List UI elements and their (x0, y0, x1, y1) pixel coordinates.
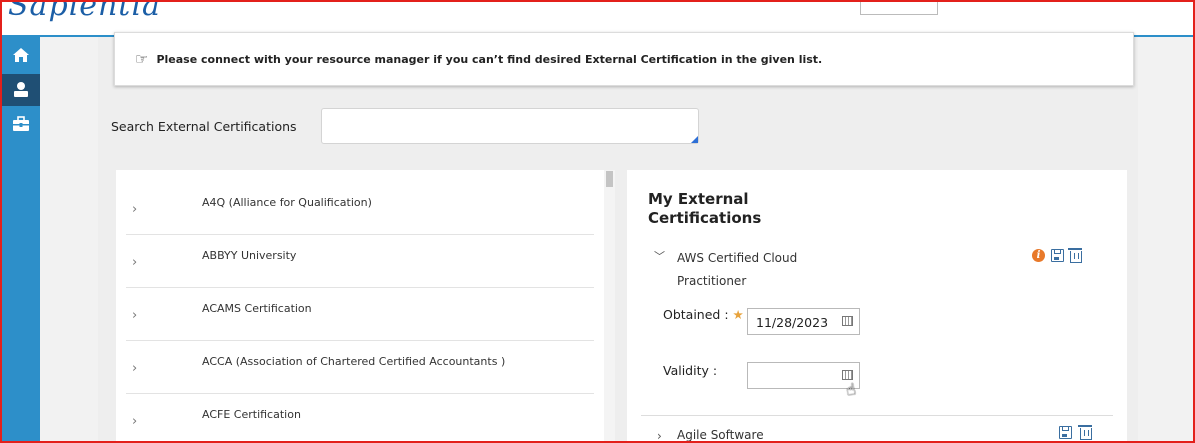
save-icon[interactable] (1051, 249, 1064, 262)
list-scrollbar[interactable] (604, 170, 615, 441)
save-icon[interactable] (1059, 426, 1072, 439)
resize-handle-icon (691, 136, 698, 143)
panel-title: My External Certifications (648, 190, 762, 227)
certification-name: A4Q (Alliance for Qualification) (202, 196, 372, 209)
my-certifications-panel: My External Certifications ﹀ AWS Certifi… (627, 170, 1127, 441)
scrollbar-thumb[interactable] (606, 171, 613, 187)
certification-name[interactable]: AWS Certified Cloud Practitioner (677, 247, 827, 293)
user-icon (14, 82, 28, 97)
app-logo[interactable]: Sapientia (8, 0, 161, 23)
list-item[interactable]: › ACFE Certification (126, 394, 594, 441)
required-star-icon: ★ (732, 307, 744, 322)
obtained-label: Obtained : ★ (663, 307, 744, 322)
chevron-right-icon: › (132, 361, 138, 376)
validity-label: Validity : (663, 363, 718, 378)
chevron-right-icon: › (132, 414, 138, 429)
delete-icon[interactable] (1068, 248, 1082, 263)
calendar-icon[interactable] (842, 370, 853, 380)
delete-icon[interactable] (1078, 425, 1092, 440)
sidebar (2, 37, 40, 441)
info-icon[interactable]: i (1032, 249, 1045, 262)
divider (641, 415, 1113, 416)
list-item[interactable]: › ACCA (Association of Chartered Certifi… (126, 341, 594, 394)
calendar-icon[interactable] (842, 316, 853, 326)
certification-name: ACAMS Certification (202, 302, 312, 315)
sidebar-item-home[interactable] (2, 39, 40, 71)
notice-text: Please connect with your resource manage… (156, 52, 823, 66)
certification-name: ACCA (Association of Chartered Certified… (202, 355, 506, 368)
info-notice: ☞ Please connect with your resource mana… (114, 32, 1134, 86)
list-item[interactable]: › A4Q (Alliance for Qualification) (126, 182, 594, 235)
certifications-list: › A4Q (Alliance for Qualification) › ABB… (116, 170, 604, 441)
top-bar-control[interactable] (860, 2, 938, 15)
validity-date-field[interactable] (747, 362, 860, 389)
left-gutter (40, 37, 98, 441)
sidebar-item-briefcase[interactable] (2, 108, 40, 140)
list-item[interactable]: › ABBYY University (126, 235, 594, 288)
obtained-date-field[interactable]: 11/28/2023 (747, 308, 860, 335)
search-label: Search External Certifications (111, 119, 297, 134)
search-input[interactable] (322, 109, 702, 145)
obtained-date-value: 11/28/2023 (756, 315, 829, 330)
certification-name: ACFE Certification (202, 408, 301, 421)
chevron-right-icon[interactable]: › (657, 429, 662, 441)
list-item[interactable]: › ACAMS Certification (126, 288, 594, 341)
certification-name: ABBYY University (202, 249, 297, 262)
search-input-wrapper (321, 108, 702, 145)
pointing-hand-icon: ☞ (135, 50, 149, 68)
sidebar-item-profile[interactable] (2, 74, 40, 106)
chevron-down-icon[interactable]: ﹀ (654, 248, 665, 264)
chevron-right-icon: › (132, 255, 138, 270)
chevron-right-icon: › (132, 308, 138, 323)
right-gutter (1138, 37, 1193, 441)
certification-name[interactable]: Agile Software (677, 428, 764, 441)
chevron-right-icon: › (132, 202, 138, 217)
briefcase-icon (13, 116, 29, 131)
home-icon (13, 48, 29, 62)
